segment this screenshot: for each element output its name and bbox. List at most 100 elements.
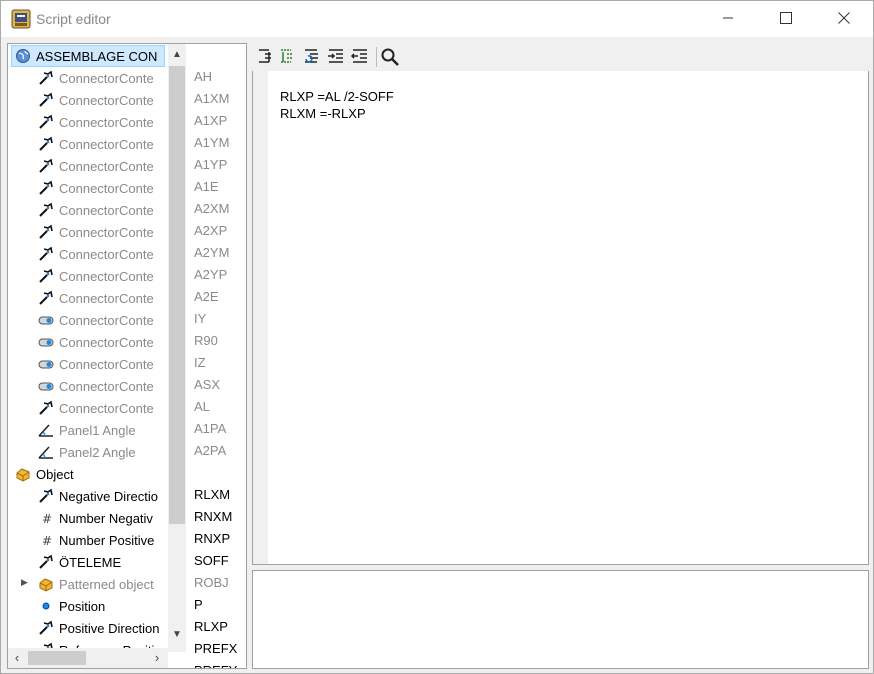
variable-name[interactable]: SOFF [194,553,229,568]
scroll-up-icon[interactable]: ▲ [168,46,186,64]
minimize-icon [723,17,733,19]
toggle-icon [38,360,54,369]
tree-item[interactable]: # Number Positive [8,529,168,551]
connector-icon [39,554,53,569]
output-panel[interactable] [252,570,869,669]
variable-name[interactable]: A1E [194,179,219,194]
variable-name[interactable]: IZ [194,355,206,370]
variable-name[interactable]: RLXM [194,487,230,502]
tree-item[interactable]: Negative Directio [8,485,168,507]
tree-item-label: ConnectorConte [59,291,154,306]
variable-name[interactable]: A2YP [194,267,227,282]
tree-item[interactable]: ConnectorConte [8,89,168,111]
tree-item[interactable]: # Number Negativ [8,507,168,529]
connector-icon [39,488,53,503]
scroll-left-icon[interactable]: ‹ [8,648,26,668]
variable-name[interactable]: A1YP [194,157,227,172]
variable-name[interactable]: A1YM [194,135,229,150]
tree-horizontal-scrollbar[interactable]: ‹ › [8,648,168,668]
window-title: Script editor [36,11,111,27]
vertical-scroll-thumb[interactable] [169,66,185,524]
variable-name[interactable]: RNXP [194,531,230,546]
tree-item[interactable]: Position [8,595,168,617]
search-icon[interactable] [380,47,400,67]
tree-node-object[interactable]: Object [8,463,168,485]
tree-item-label: ConnectorConte [59,137,154,152]
increase-indent-icon[interactable] [326,47,346,67]
decrease-indent-icon[interactable] [350,47,370,67]
tree-node-assemblage-con[interactable]: ASSEMBLAGE CON [8,45,168,67]
variable-name[interactable]: A1XP [194,113,227,128]
tree-item[interactable]: ConnectorConte [8,353,168,375]
variable-name[interactable]: AH [194,69,212,84]
variable-name[interactable]: P [194,597,203,612]
variable-name[interactable]: A1XM [194,91,229,106]
tree-item-label: Panel1 Angle [59,423,136,438]
variable-name[interactable]: PREFY [194,663,237,668]
variable-name[interactable]: ROBJ [194,575,229,590]
variable-name[interactable]: A2E [194,289,219,304]
tree-item-label: ConnectorConte [59,379,154,394]
tree-item[interactable]: ConnectorConte [8,155,168,177]
tree-item[interactable]: Panel1 Angle [8,419,168,441]
close-button[interactable] [821,1,867,35]
scroll-right-icon[interactable]: › [148,648,166,668]
tree-item[interactable]: ConnectorConte [8,221,168,243]
tree-item[interactable]: ConnectorConte [8,177,168,199]
tree-item-label: Positive Direction [59,621,160,636]
variable-name[interactable]: ASX [194,377,220,392]
close-icon [838,12,850,24]
tree-item-label: ConnectorConte [59,115,154,130]
script-code-editor[interactable]: RLXP =AL /2-SOFF RLXM =-RLXP [252,71,869,565]
comment-icon[interactable] [278,47,298,67]
tree-item[interactable]: ConnectorConte [8,287,168,309]
tree-vertical-scrollbar[interactable]: ▲ ▼ [168,44,186,652]
indent-icon[interactable] [256,47,276,67]
variable-name[interactable]: PREFX [194,641,237,656]
tree-item[interactable]: Positive Direction [8,617,168,639]
tree-item[interactable]: ConnectorConte [8,111,168,133]
tree-item[interactable]: ConnectorConte [8,375,168,397]
script-editor-window: Script editor ASSEMBLAGE CON ConnectorCon… [0,0,874,674]
connector-icon [39,290,53,305]
variable-name[interactable]: IY [194,311,206,326]
tree-item-label: ConnectorConte [59,203,154,218]
variable-name[interactable]: AL [194,399,210,414]
tree-item[interactable]: ConnectorConte [8,199,168,221]
tree-item[interactable]: Panel2 Angle [8,441,168,463]
scroll-down-icon[interactable]: ▼ [168,626,186,644]
minimize-button[interactable] [705,1,751,35]
variable-name[interactable]: A2PA [194,443,226,458]
tree-item[interactable]: ConnectorConte [8,397,168,419]
connector-icon [39,202,53,217]
variable-name[interactable]: A2YM [194,245,229,260]
tree-item-label: Object [36,467,74,482]
code-line-1[interactable]: RLXP =AL /2-SOFF [280,89,394,104]
expand-arrow-icon[interactable]: ▶ [21,577,28,588]
tree-item[interactable]: ÖTELEME [8,551,168,573]
tree-item-label: ASSEMBLAGE CON [36,49,158,64]
variable-name[interactable]: R90 [194,333,218,348]
tree-item[interactable]: ConnectorConte [8,309,168,331]
tree-item[interactable]: ConnectorConte [8,67,168,89]
editor-gutter [253,71,268,564]
variable-name[interactable]: A2XP [194,223,227,238]
connector-icon [39,70,53,85]
variable-name[interactable]: A2XM [194,201,229,216]
tree-item-label: ConnectorConte [59,357,154,372]
tree-item[interactable]: ConnectorConte [8,265,168,287]
tree-item[interactable]: ConnectorConte [8,331,168,353]
tree-item[interactable]: ConnectorConte [8,243,168,265]
tree-item-label: ConnectorConte [59,181,154,196]
code-line-2[interactable]: RLXM =-RLXP [280,106,366,121]
variable-name[interactable]: RLXP [194,619,228,634]
tree-item[interactable]: ▶ Patterned object [8,573,168,595]
connector-icon [39,400,53,415]
tree-item[interactable]: ConnectorConte [8,133,168,155]
variable-name[interactable]: RNXM [194,509,232,524]
maximize-button[interactable] [763,1,809,35]
tree-item-label: ConnectorConte [59,401,154,416]
variable-name[interactable]: A1PA [194,421,226,436]
horizontal-scroll-thumb[interactable] [28,651,86,665]
uncomment-icon[interactable] [302,47,322,67]
